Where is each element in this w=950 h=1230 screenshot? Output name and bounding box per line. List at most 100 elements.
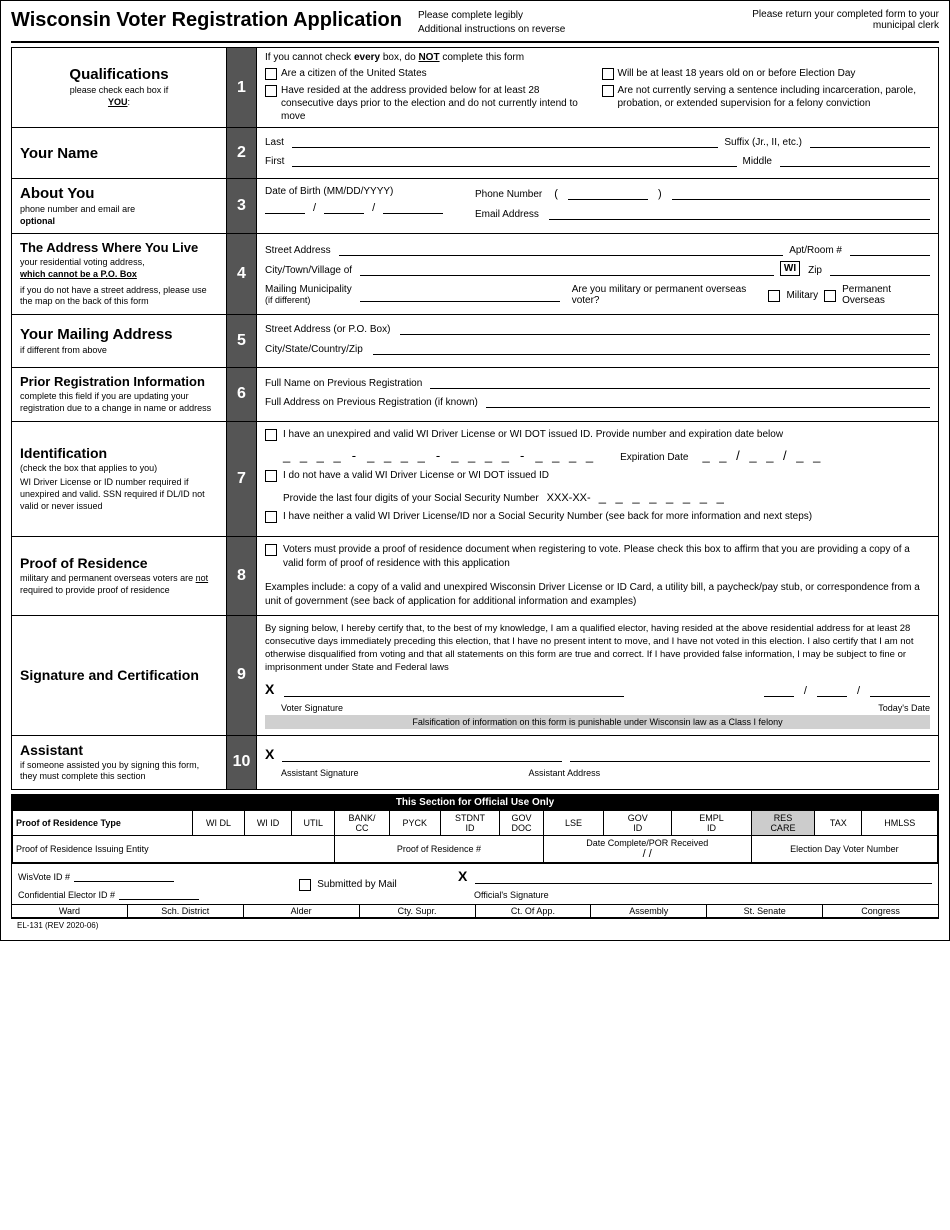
- mailing-address-content: Street Address (or P.O. Box) City/State/…: [257, 315, 938, 367]
- assistant-sig-label: Assistant Signature: [281, 768, 359, 778]
- gov-doc-cell: GOVDOC: [500, 811, 544, 836]
- address-sub: your residential voting address, which c…: [20, 257, 145, 280]
- mailing-street-field[interactable]: [400, 321, 930, 335]
- prior-registration-content: Full Name on Previous Registration Full …: [257, 368, 938, 420]
- name-row-1: Last Suffix (Jr., II, etc.): [265, 134, 930, 148]
- first-name-field[interactable]: [292, 153, 736, 167]
- dl-number-row: _ _ _ _ - _ _ _ _ - _ _ _ _ - _ _ _ _ Ex…: [283, 448, 930, 463]
- ssn-format: XXX-XX-: [547, 492, 591, 504]
- qual-check-4: Are not currently serving a sentence inc…: [602, 84, 931, 123]
- dob-month[interactable]: [265, 200, 305, 214]
- identification-content: I have an unexpired and valid WI Driver …: [257, 422, 938, 536]
- qualifications-label: Qualifications please check each box if …: [12, 48, 227, 127]
- wi-id-cell: WI ID: [244, 811, 292, 836]
- dob-day[interactable]: [324, 200, 364, 214]
- officials-sig-label: Official's Signature: [474, 890, 932, 900]
- id-checkbox-2[interactable]: [265, 470, 277, 482]
- gov-id-cell: GOVID: [604, 811, 672, 836]
- ward-cell-ct: Ct. Of App.: [476, 905, 592, 917]
- street-field[interactable]: [339, 242, 784, 256]
- middle-name-field[interactable]: [780, 153, 930, 167]
- confidential-row: Confidential Elector ID #: [18, 886, 238, 900]
- assistant-address-field[interactable]: [570, 748, 930, 762]
- section-number-1: 1: [227, 48, 257, 127]
- submitted-mail-label: Submitted by Mail: [317, 879, 396, 890]
- wi-dl-cell: WI DL: [193, 811, 245, 836]
- id-checkbox-3[interactable]: [265, 511, 277, 523]
- phone-area[interactable]: [568, 186, 648, 200]
- email-row: Email Address: [475, 206, 930, 220]
- mailing-city-field[interactable]: [373, 341, 930, 355]
- submitted-mail-checkbox[interactable]: [299, 879, 311, 891]
- mailing-address-sub: if different from above: [20, 345, 107, 357]
- por-checkbox[interactable]: [265, 544, 277, 556]
- date-year[interactable]: [870, 683, 930, 697]
- election-day-voter-label: Election Day Voter Number: [751, 836, 937, 863]
- official-use-header: This Section for Official Use Only: [12, 795, 938, 810]
- address-title: The Address Where You Live: [20, 240, 198, 255]
- mailing-city-label: City/State/Country/Zip: [265, 344, 363, 355]
- assistant-label: Assistant if someone assisted you by sig…: [12, 736, 227, 789]
- qual-check-1: Are a citizen of the United States: [265, 67, 594, 80]
- apt-field[interactable]: [850, 242, 930, 256]
- assistant-x: X: [265, 746, 274, 762]
- overseas-checkbox[interactable]: [824, 290, 836, 302]
- por-type-label: Proof of Residence Type: [13, 811, 193, 836]
- your-name-title: Your Name: [20, 145, 98, 162]
- military-checkbox[interactable]: [768, 290, 780, 302]
- voter-sig-field[interactable]: [284, 683, 624, 697]
- phone-number[interactable]: [672, 186, 930, 200]
- pyck-cell: PYCK: [389, 811, 440, 836]
- suffix-label: Suffix (Jr., II, etc.): [724, 137, 802, 148]
- qual-check-2: Will be at least 18 years old on or befo…: [602, 67, 931, 80]
- qual-checkbox-4[interactable]: [602, 85, 614, 97]
- id-check-1-text: I have an unexpired and valid WI Driver …: [283, 428, 783, 442]
- identification-section: Identification (check the box that appli…: [11, 422, 939, 537]
- id-check-row-2: I do not have a valid WI Driver License …: [265, 469, 930, 483]
- mailing-address-title: Your Mailing Address: [20, 326, 173, 343]
- prior-registration-title: Prior Registration Information: [20, 374, 205, 389]
- dob-year[interactable]: [383, 200, 443, 214]
- ward-cell-congress: Congress: [823, 905, 938, 917]
- official-use-table: Proof of Residence Type WI DL WI ID UTIL…: [12, 810, 938, 863]
- cert-text: By signing below, I hereby certify that,…: [265, 622, 930, 675]
- date-day[interactable]: [817, 683, 847, 697]
- id-checkbox-1[interactable]: [265, 429, 277, 441]
- empl-id-cell: EMPLID: [672, 811, 751, 836]
- email-field[interactable]: [549, 206, 930, 220]
- qual-checkbox-1[interactable]: [265, 68, 277, 80]
- city-field[interactable]: [360, 262, 774, 276]
- assistant-sig-field[interactable]: [282, 748, 562, 762]
- phone-row: Phone Number ( ): [475, 186, 930, 200]
- ssn-row: Provide the last four digits of your Soc…: [283, 489, 930, 504]
- address-sub2: if you do not have a street address, ple…: [20, 285, 218, 308]
- res-care-cell: RESCARE: [751, 811, 814, 836]
- officials-sig-field[interactable]: [475, 870, 932, 884]
- submitted-by-mail: Submitted by Mail: [248, 868, 448, 900]
- official-table-row-1: Proof of Residence Type WI DL WI ID UTIL…: [13, 811, 938, 836]
- id-check-3-text: I have neither a valid WI Driver License…: [283, 510, 812, 524]
- confidential-field[interactable]: [119, 886, 199, 900]
- zip-field[interactable]: [830, 262, 930, 276]
- qualifications-section: Qualifications please check each box if …: [11, 47, 939, 128]
- last-name-field[interactable]: [292, 134, 718, 148]
- state-label: WI: [780, 261, 800, 276]
- ward-cell-sch: Sch. District: [128, 905, 244, 917]
- mailing-muni-field[interactable]: [360, 288, 560, 302]
- section-number-5: 5: [227, 315, 257, 367]
- date-month[interactable]: [764, 683, 794, 697]
- por-number-label: Proof of Residence #: [335, 836, 544, 863]
- app-title: Wisconsin Voter Registration Application: [11, 9, 402, 32]
- falsification-note: Falsification of information on this for…: [265, 715, 930, 729]
- wisvote-field[interactable]: [74, 868, 174, 882]
- por-check-row: Voters must provide a proof of residence…: [265, 543, 930, 571]
- ward-cell-cty: Cty. Supr.: [360, 905, 476, 917]
- address-label: The Address Where You Live your resident…: [12, 234, 227, 314]
- qual-checkbox-3[interactable]: [265, 85, 277, 97]
- qual-checkbox-2[interactable]: [602, 68, 614, 80]
- prior-address-field[interactable]: [486, 394, 930, 408]
- prior-name-field[interactable]: [430, 375, 930, 389]
- id-check-row-3: I have neither a valid WI Driver License…: [265, 510, 930, 524]
- suffix-field[interactable]: [810, 134, 930, 148]
- name-row-2: First Middle: [265, 153, 930, 167]
